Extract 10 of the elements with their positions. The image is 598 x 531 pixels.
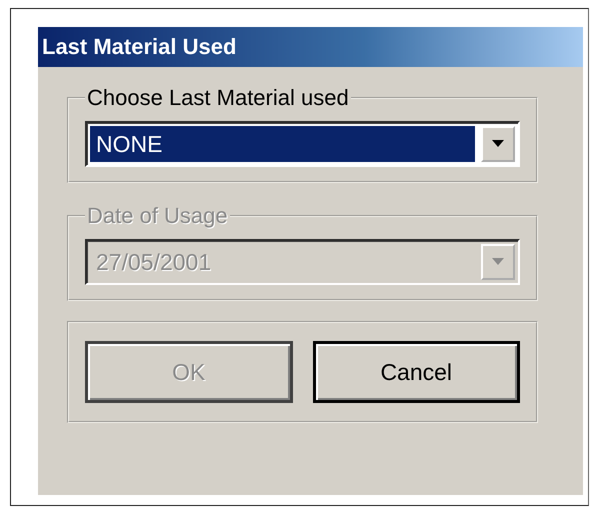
caret-icon [491,258,505,266]
dropdown-value: 27/05/2001 [95,248,212,276]
dropdown-field[interactable]: NONE [85,121,520,167]
caret-icon [491,140,505,148]
dropdown-value: NONE [90,126,475,162]
cancel-button[interactable]: Cancel [312,341,520,403]
window-title: Last Material Used [42,34,236,60]
group-label: Date of Usage [86,203,229,229]
dropdown-button[interactable] [481,126,515,162]
group-label: Choose Last Material used [86,85,350,111]
